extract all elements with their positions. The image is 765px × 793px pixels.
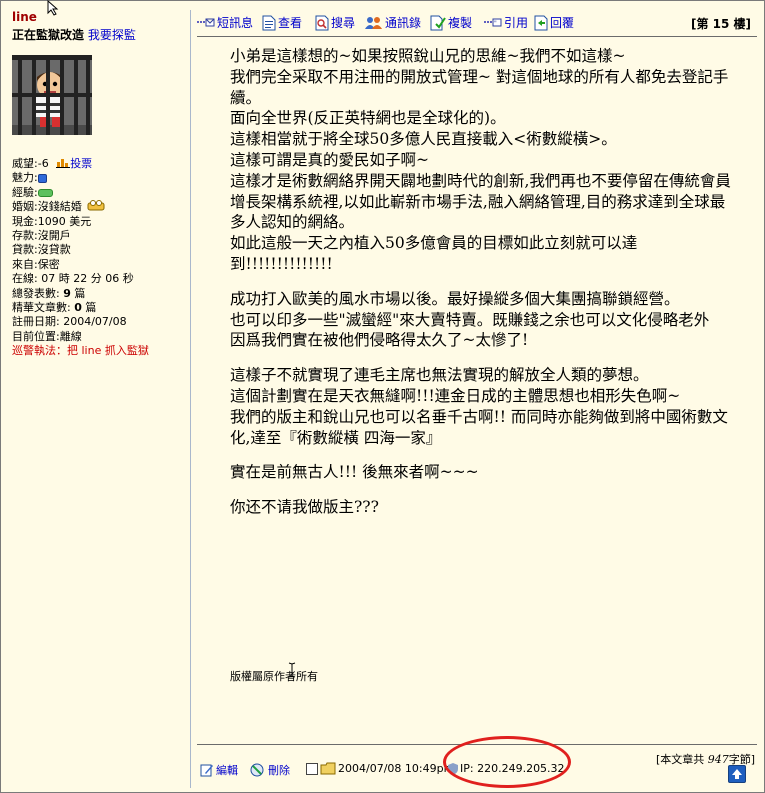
visit-prison-link[interactable]: 我要探監 — [88, 28, 136, 42]
ip-highlight-annotation — [443, 736, 571, 788]
delete-icon — [250, 763, 264, 777]
avatar — [12, 55, 92, 135]
floor-number: [第 15 樓] — [690, 17, 751, 31]
post-paragraph-1: 小弟是這樣想的~如果按照銳山兄的思維~我們不如這樣~ 我們完全采取不用注冊的開放… — [230, 47, 731, 273]
wedding-ring-icon — [87, 200, 105, 211]
elite-row: 精華文章數: 0 篇 — [12, 300, 97, 314]
message-icon — [197, 18, 215, 26]
copy-button[interactable]: 複製 — [430, 14, 472, 31]
from-row: 來自:保密 — [12, 257, 60, 271]
reputation-value: -6 — [37, 157, 49, 170]
text-cursor-icon — [288, 662, 296, 678]
post-footer: 編輯 刪除 2004/07/08 10:49pm IP: 220.249.205… — [200, 736, 760, 788]
charm-level-icon — [37, 173, 47, 183]
location-row: 目前位置:離線 — [12, 329, 82, 343]
loan-row: 貸款:沒貸款 — [12, 243, 71, 257]
delete-button[interactable]: 刪除 — [250, 762, 290, 778]
user-status: 正在監獄改造 我要探監 — [12, 26, 136, 43]
post-datetime: 2004/07/08 10:49pm — [306, 762, 454, 775]
user-stats: 威望:-6 投票 魅力: 經驗: 婚姻:沒錢結婚 現金:1090 美元 存款:沒… — [12, 157, 149, 358]
police-action-link[interactable]: 巡警執法：把 line 抓入監獄 — [12, 344, 149, 358]
post-paragraph-5: 你还不请我做版主??? — [230, 498, 379, 517]
post-paragraph-2: 成功打入歐美的風水市場以後。最好操縱多個大集團搞聯鎖經營。 也可以印多一些"滅蠻… — [230, 289, 710, 350]
cash-row: 現金:1090 美元 — [12, 214, 92, 228]
folder-icon — [320, 762, 336, 775]
sms-button[interactable]: 短訊息 — [197, 14, 253, 31]
quote-button[interactable]: " 引用 — [484, 14, 528, 31]
exp-level-icon — [37, 188, 53, 197]
copyright-note: 版權屬原作者所有 — [230, 670, 318, 683]
reply-icon — [534, 15, 548, 30]
document-view-icon — [262, 15, 276, 30]
search-icon — [315, 15, 329, 30]
user-info-panel: line 正在監獄改造 我要探監 威望:-6 投票 魅力: 經驗: 婚姻:沒錢結… — [10, 10, 188, 790]
post-toolbar: 短訊息 查看 搜尋 通訊錄 複製 " 引用 回覆 [第 15 樓] — [197, 14, 757, 34]
charm-row: 魅力: — [12, 171, 149, 185]
exp-row: 經驗: — [12, 186, 149, 200]
reg-date-row: 註冊日期: 2004/07/08 — [12, 315, 127, 329]
search-button[interactable]: 搜尋 — [315, 14, 355, 31]
reply-button[interactable]: 回覆 — [534, 14, 574, 31]
select-checkbox[interactable] — [306, 762, 318, 775]
view-button[interactable]: 查看 — [262, 14, 302, 31]
contacts-button[interactable]: 通訊錄 — [365, 14, 421, 31]
bar-chart-icon — [56, 159, 71, 168]
deposit-row: 存款:沒開戶 — [12, 228, 71, 242]
quote-icon: " — [484, 18, 502, 27]
column-divider — [190, 10, 191, 788]
reputation-row: 威望:-6 投票 — [12, 157, 93, 170]
svg-text:": " — [494, 20, 497, 27]
posts-row: 總發表數: 9 篇 — [12, 286, 86, 300]
post-body: 小弟是這樣想的~如果按照銳山兄的思維~我們不如這樣~ 我們完全采取不用注冊的開放… — [230, 46, 736, 532]
prison-avatar-icon — [12, 55, 92, 135]
post-paragraph-4: 實在是前無古人!!! 後無來者啊~~~ — [230, 463, 479, 482]
post-paragraph-3: 這樣子不就實現了連毛主席也無法實現的解放全人類的夢想。 這個計劃實在是天衣無縫啊… — [230, 366, 728, 447]
contacts-icon — [365, 16, 382, 29]
edit-icon — [200, 764, 213, 777]
vote-link[interactable]: 投票 — [70, 157, 92, 170]
copy-icon — [430, 15, 446, 30]
status-prefix: 正在監獄改造 — [12, 28, 85, 42]
edit-button[interactable]: 編輯 — [200, 762, 238, 778]
arrow-up-icon — [732, 769, 742, 779]
username[interactable]: line — [12, 10, 37, 24]
marriage-row: 婚姻:沒錢結婚 — [12, 200, 149, 214]
online-row: 在線: 07 時 22 分 06 秒 — [12, 272, 134, 286]
header-divider — [197, 36, 757, 37]
scroll-top-button[interactable] — [728, 765, 746, 783]
